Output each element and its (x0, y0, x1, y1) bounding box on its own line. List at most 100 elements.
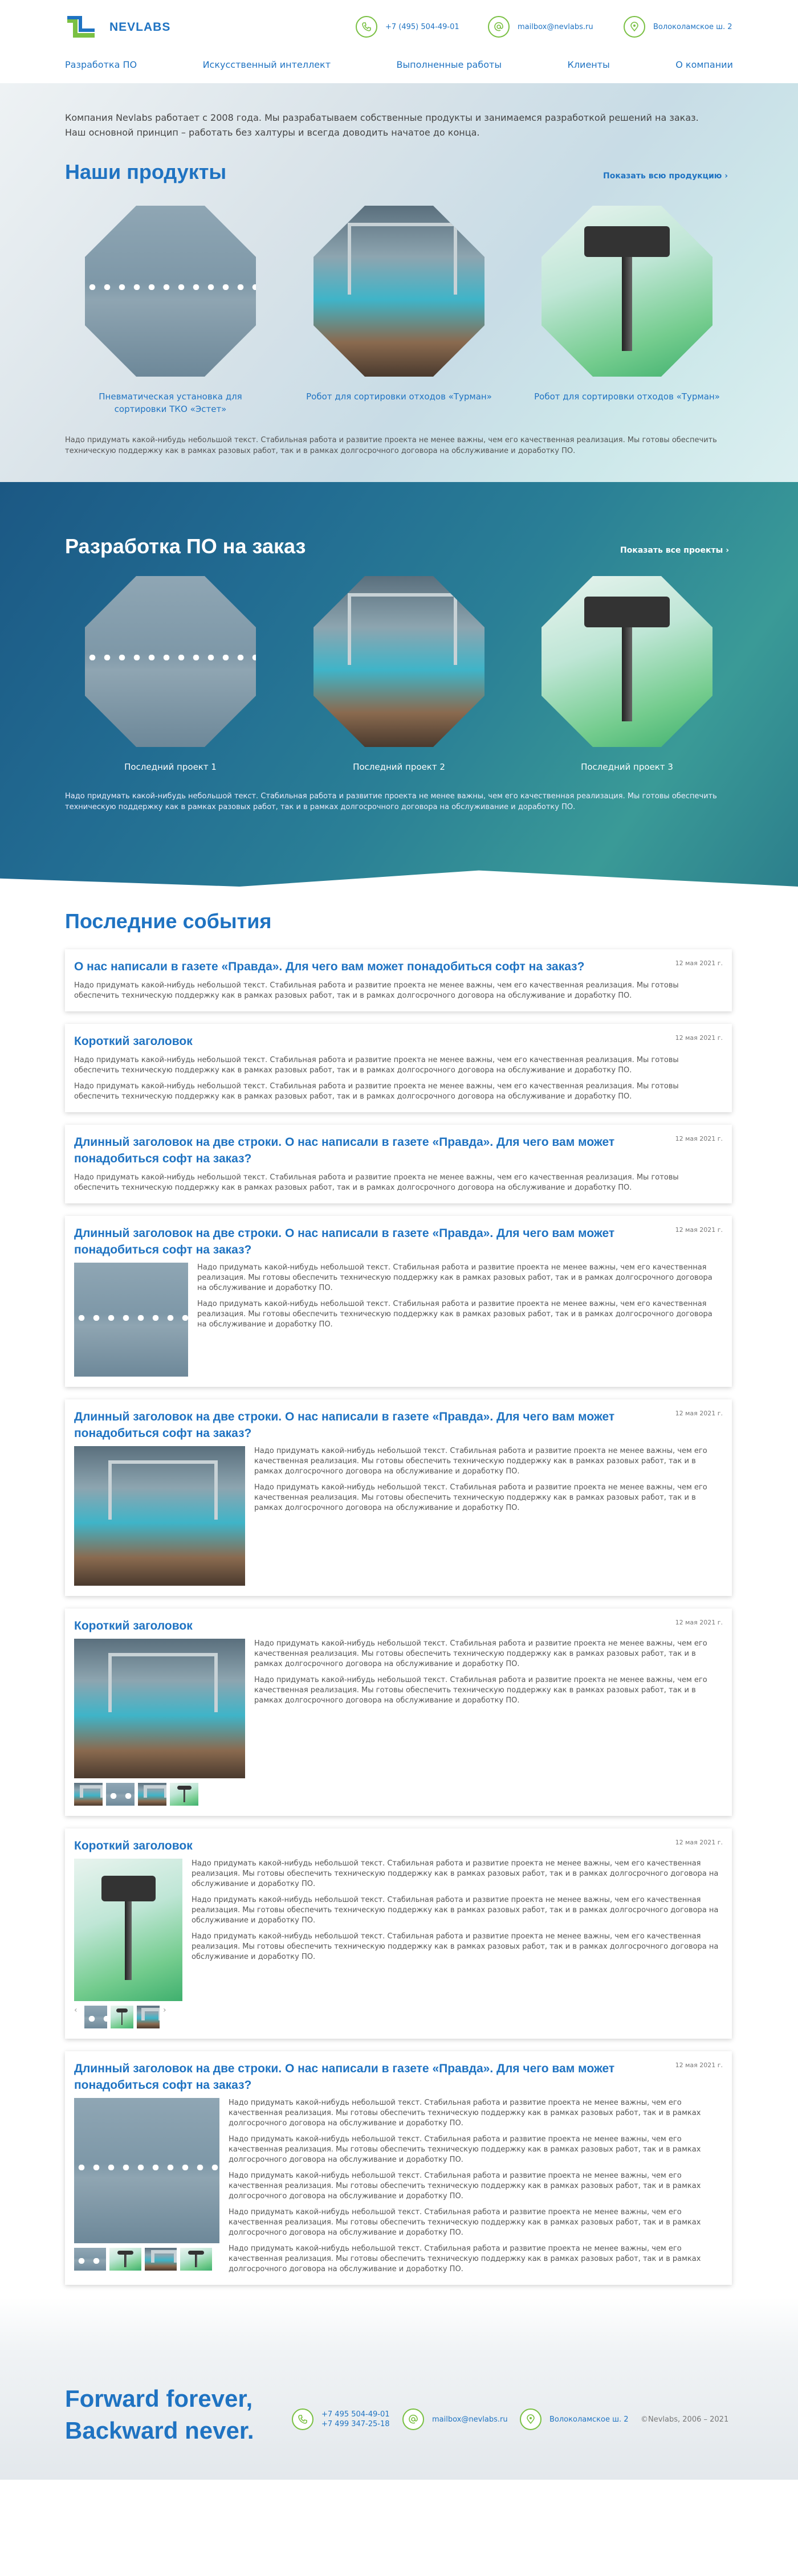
event-image[interactable] (74, 1639, 245, 1778)
event-card[interactable]: О нас написали в газете «Правда». Для че… (65, 949, 732, 1011)
footer-phone-2[interactable]: +7 499 347-25-18 (321, 2419, 390, 2429)
event-title[interactable]: О нас написали в газете «Правда». Для че… (74, 958, 621, 975)
event-image[interactable] (74, 1859, 182, 2001)
email-icon (402, 2408, 424, 2430)
event-title[interactable]: Длинный заголовок на две строки. О нас н… (74, 1409, 621, 1442)
footer-slogan: Forward forever, Backward never. (65, 2383, 254, 2447)
footer-address[interactable]: Волоколамское ш. 2 (520, 2408, 629, 2430)
gallery-thumbnail[interactable] (145, 2248, 177, 2271)
event-date: 12 мая 2021 г. (675, 1226, 723, 1234)
event-date: 12 мая 2021 г. (675, 1135, 723, 1142)
event-card[interactable]: Короткий заголовок 12 мая 2021 г. Надо п… (65, 1609, 732, 1816)
gallery-thumbnail[interactable] (109, 2248, 141, 2271)
products-title: Наши продукты (65, 160, 227, 183)
event-card[interactable]: Длинный заголовок на две строки. О нас н… (65, 1216, 732, 1387)
event-text: Надо придумать какой-нибудь небольшой те… (229, 2208, 701, 2237)
event-date: 12 мая 2021 г. (675, 2061, 723, 2069)
footer-email[interactable]: mailbox@nevlabs.ru (402, 2408, 508, 2430)
project-caption: Последний проект 2 (353, 762, 445, 772)
nav-item-artificial-intelligence[interactable]: Искусственный интеллект (203, 59, 331, 70)
header-email-text: mailbox@nevlabs.ru (518, 22, 593, 31)
event-text: Надо придумать какой-нибудь небольшой те… (192, 1859, 719, 1888)
slogan-line-1: Forward forever, (65, 2385, 253, 2412)
gallery-thumbnail[interactable] (111, 2006, 133, 2028)
event-card[interactable]: Длинный заголовок на две строки. О нас н… (65, 1399, 732, 1596)
footer-phone-1[interactable]: +7 495 504-49-01 (321, 2410, 390, 2419)
show-all-products-label: Показать всю продукцию (603, 172, 722, 181)
event-text: Надо придумать какой-нибудь небольшой те… (192, 1932, 719, 1961)
event-date: 12 мая 2021 г. (675, 1034, 723, 1042)
gallery-thumbnails (74, 2248, 219, 2271)
gallery-thumbnail[interactable] (74, 2248, 106, 2271)
event-title[interactable]: Короткий заголовок (74, 1033, 621, 1050)
gallery-thumbnails (74, 1783, 245, 1806)
chevron-right-icon: › (726, 546, 729, 555)
event-text: Надо придумать какой-нибудь небольшой те… (197, 1263, 712, 1292)
company-intro: Компания Nevlabs работает с 2008 года. М… (65, 112, 699, 138)
products-note: Надо придумать какой-нибудь небольшой те… (65, 436, 717, 455)
project-caption: Последний проект 3 (581, 762, 673, 772)
show-all-products-link[interactable]: Показать всю продукцию › (603, 172, 728, 181)
project-card[interactable]: Последний проект 3 (533, 576, 721, 773)
gallery-thumbnail[interactable] (74, 1783, 103, 1806)
email-icon (488, 16, 510, 38)
gallery-thumbnail[interactable] (180, 2248, 212, 2271)
project-image (314, 576, 484, 747)
event-date: 12 мая 2021 г. (675, 1410, 723, 1417)
event-title[interactable]: Короткий заголовок (74, 1618, 621, 1634)
header-email[interactable]: mailbox@nevlabs.ru (488, 16, 593, 38)
event-title[interactable]: Длинный заголовок на две строки. О нас н… (74, 1225, 621, 1258)
header-address[interactable]: Волоколамское ш. 2 (624, 16, 732, 38)
event-title[interactable]: Длинный заголовок на две строки. О нас н… (74, 1134, 621, 1167)
event-card[interactable]: Длинный заголовок на две строки. О нас н… (65, 1125, 732, 1203)
gallery-thumbnail[interactable] (138, 1783, 166, 1806)
header-phone[interactable]: +7 (495) 504-49-01 (356, 16, 459, 38)
location-icon (624, 16, 645, 38)
product-card[interactable]: Робот для сортировки отходов «Турман» (533, 206, 721, 403)
site-footer: Forward forever, Backward never. +7 495 … (0, 2297, 798, 2480)
project-image (542, 576, 712, 747)
project-image (85, 576, 256, 747)
product-image (314, 206, 484, 377)
nav-item-about[interactable]: О компании (675, 59, 733, 70)
site-header: NEVLABS +7 (495) 504-49-01 mailbox@nevla… (0, 0, 798, 49)
show-all-projects-link[interactable]: Показать все проекты › (620, 546, 729, 555)
event-text: Надо придумать какой-нибудь небольшой те… (74, 1173, 679, 1192)
event-text: Надо придумать какой-нибудь небольшой те… (254, 1483, 707, 1512)
product-caption: Пневматическая установка для сортировки … (99, 391, 242, 414)
project-card[interactable]: Последний проект 1 (76, 576, 264, 773)
logo[interactable]: NEVLABS (65, 15, 170, 40)
event-text: Надо придумать какой-нибудь небольшой те… (229, 2135, 701, 2164)
event-title[interactable]: Короткий заголовок (74, 1838, 621, 1854)
gallery-thumbnail[interactable] (170, 1783, 198, 1806)
project-card[interactable]: Последний проект 2 (305, 576, 493, 773)
gallery-thumbnail[interactable] (84, 2006, 107, 2028)
event-card[interactable]: Длинный заголовок на две строки. О нас н… (65, 2051, 732, 2285)
chevron-left-icon[interactable]: ‹ (74, 2006, 81, 2028)
event-title[interactable]: Длинный заголовок на две строки. О нас н… (74, 2060, 621, 2093)
dev-note: Надо придумать какой-нибудь небольшой те… (65, 792, 717, 811)
chevron-right-icon[interactable]: › (163, 2006, 170, 2028)
footer-address-text: Волоколамское ш. 2 (549, 2415, 629, 2424)
nevlabs-logo-icon (65, 15, 97, 40)
event-image[interactable] (74, 1446, 245, 1586)
product-card[interactable]: Пневматическая установка для сортировки … (76, 206, 264, 415)
event-image[interactable] (74, 2098, 219, 2243)
events-section: Последние события О нас написали в газет… (0, 887, 798, 2285)
gallery-thumbnail[interactable] (106, 1783, 135, 1806)
nav-item-completed-works[interactable]: Выполненные работы (397, 59, 502, 70)
header-phone-text: +7 (495) 504-49-01 (385, 22, 459, 31)
event-date: 12 мая 2021 г. (675, 960, 723, 967)
event-card[interactable]: Короткий заголовок 12 мая 2021 г. Надо п… (65, 1024, 732, 1112)
gallery-thumbnails: ‹ › (74, 2006, 182, 2028)
nav-item-software-development[interactable]: Разработка ПО (65, 59, 137, 70)
event-card[interactable]: Короткий заголовок 12 мая 2021 г. ‹ › На… (65, 1828, 732, 2039)
product-image (542, 206, 712, 377)
nav-item-clients[interactable]: Клиенты (567, 59, 609, 70)
footer-phones[interactable]: +7 495 504-49-01 +7 499 347-25-18 (292, 2408, 390, 2430)
chevron-right-icon: › (724, 172, 728, 181)
phone-icon (356, 16, 377, 38)
product-card[interactable]: Робот для сортировки отходов «Турман» (305, 206, 493, 403)
event-image[interactable] (74, 1263, 188, 1377)
gallery-thumbnail[interactable] (137, 2006, 160, 2028)
